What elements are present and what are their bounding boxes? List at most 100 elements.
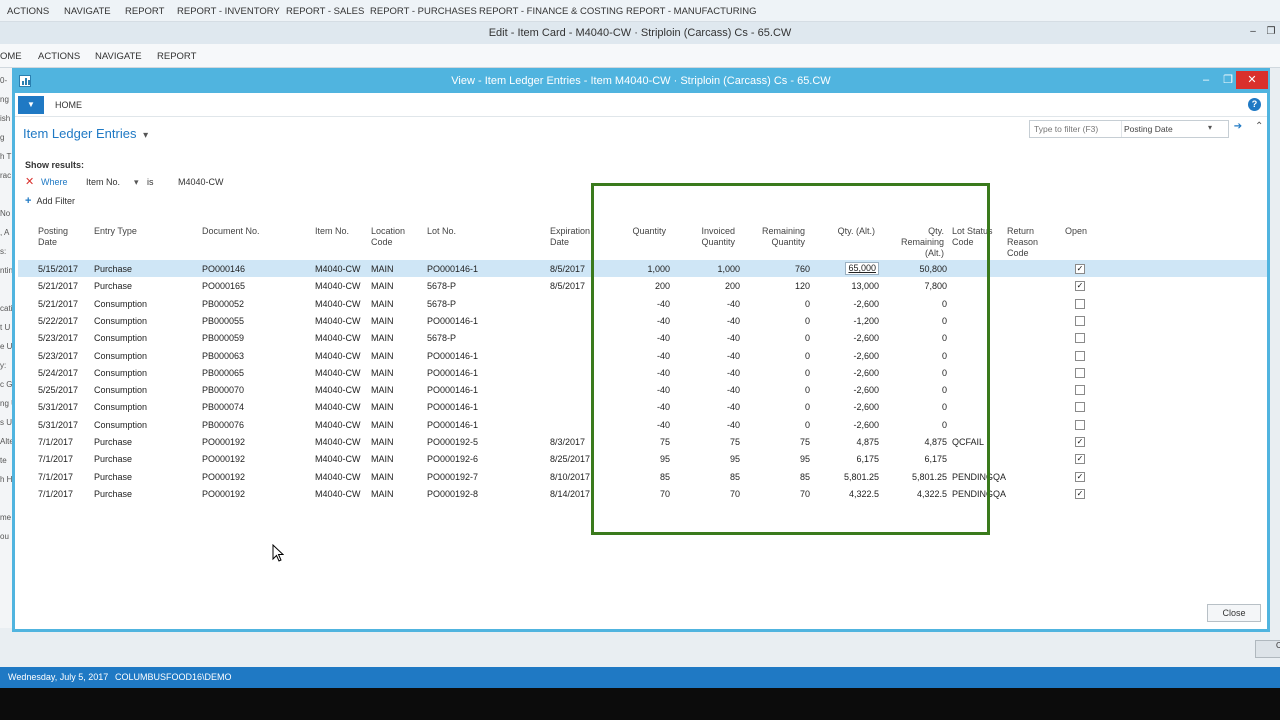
cell-posting-date: 5/22/2017 [38,315,79,326]
open-checkbox[interactable] [1075,298,1085,309]
cell-location-code: MAIN [371,437,394,447]
status-date: Wednesday, July 5, 2017 [8,672,109,682]
cell-location-code: MAIN [371,419,394,430]
open-checkbox[interactable] [1075,385,1085,396]
cell-lot-no: PO000146-1 [427,315,479,326]
cell-posting-date: 5/31/2017 [38,419,79,430]
cell-item-no: M4040-CW [315,333,361,344]
window-title: View - Item Ledger Entries - Item M4040-… [451,75,831,87]
menu-navigate[interactable]: NAVIGATE [64,6,111,17]
cell-item-no: M4040-CW [315,350,361,361]
remove-filter-icon[interactable]: ✕ [25,175,34,188]
ribbon-menu-button[interactable]: ▼ [18,96,44,114]
cell-posting-date: 5/23/2017 [38,350,79,361]
cell-entry-type: Purchase [94,471,133,482]
menu-report[interactable]: REPORT [125,6,164,17]
cell-location-code: MAIN [371,281,394,292]
page-title-text: Item Ledger Entries [23,126,137,141]
background-fragment-text: 0- [0,76,8,85]
search-input[interactable] [1030,121,1122,137]
menu-actions[interactable]: ACTIONS [7,6,49,17]
col-location-code[interactable]: Location Code [371,226,405,248]
cell-lot-no: PO000192-7 [427,471,479,482]
arrow-right-icon[interactable]: ➔ [1231,121,1245,137]
cell-document-no: PB000063 [202,350,245,361]
open-checkbox[interactable]: ✓ [1075,437,1085,447]
open-checkbox[interactable] [1075,419,1085,430]
background-fragment-text: ng [0,95,9,104]
open-checkbox[interactable]: ✓ [1075,471,1085,482]
cell-document-no: PO000192 [202,437,246,447]
background-maximize-button[interactable]: ❐ [1262,26,1280,37]
background-fragment-text: , A [0,228,10,237]
col-return-reason-code[interactable]: Return Reason Code [1007,226,1038,259]
open-checkbox[interactable]: ✓ [1075,281,1085,292]
cell-entry-type: Consumption [94,315,148,326]
open-checkbox[interactable]: ✓ [1075,488,1085,499]
cell-location-code: MAIN [371,367,394,378]
background-tab-navigate[interactable]: NAVIGATE [95,51,142,62]
open-checkbox[interactable] [1075,315,1085,326]
col-expiration-date[interactable]: Expiration Date [550,226,590,248]
cell-item-no: M4040-CW [315,367,361,378]
add-filter-button[interactable]: + Add Filter [25,195,75,207]
close-window-button[interactable]: ✕ [1236,71,1268,89]
page-title[interactable]: Item Ledger Entries ▾ [23,126,148,141]
menu-report-inventory[interactable]: REPORT - INVENTORY [177,6,280,17]
filter-field[interactable]: Item No. [86,177,120,187]
col-posting-date[interactable]: Posting Date [38,226,68,248]
background-fragment-text: ish [0,114,11,123]
filter-value[interactable]: M4040-CW [178,177,224,187]
cell-posting-date: 5/25/2017 [38,385,79,396]
col-open[interactable]: Open [1065,226,1087,237]
col-item-no[interactable]: Item No. [315,226,349,237]
cell-location-code: MAIN [371,333,394,344]
cell-item-no: M4040-CW [315,298,361,309]
add-filter-label: Add Filter [36,196,75,206]
col-entry-type[interactable]: Entry Type [94,226,137,237]
filter-operator: is [147,177,154,187]
background-fragment-text: t U [0,323,11,332]
background-fragment-text: h H [0,475,13,484]
filter-field-select[interactable]: Posting Date [1124,124,1204,134]
cell-lot-no: PO000192-8 [427,488,479,499]
chevron-down-icon[interactable]: ▾ [134,177,139,188]
open-checkbox[interactable] [1075,402,1085,413]
open-checkbox[interactable]: ✓ [1075,264,1085,274]
menu-report-sales[interactable]: REPORT - SALES [286,6,364,17]
background-fragment-text: No [0,209,11,218]
background-tab-home[interactable]: OME [0,51,22,62]
cell-item-no: M4040-CW [315,264,361,274]
menu-report-manufacturing[interactable]: REPORT - MANUFACTURING [626,6,757,17]
cell-document-no: PB000055 [202,315,245,326]
open-checkbox[interactable] [1075,350,1085,361]
background-tab-actions[interactable]: ACTIONS [38,51,80,62]
menu-report-purchases[interactable]: REPORT - PURCHASES [370,6,477,17]
minimize-button[interactable]: – [1195,71,1217,89]
cell-document-no: PB000070 [202,385,245,396]
menu-report-finance[interactable]: REPORT - FINANCE & COSTING [479,6,623,17]
background-fragment-text: s: [0,247,7,256]
background-corner-button[interactable]: C [1255,640,1280,658]
chevron-up-icon[interactable]: ⌃ [1255,121,1263,132]
background-tab-report[interactable]: REPORT [157,51,196,62]
cell-location-code: MAIN [371,315,394,326]
cell-document-no: PB000065 [202,367,245,378]
cell-expiration-date: 8/14/2017 [550,488,591,499]
status-user: COLUMBUSFOOD16\DEMO [115,672,232,682]
cell-entry-type: Consumption [94,333,148,344]
chevron-down-icon[interactable]: ▾ [143,130,148,141]
cell-posting-date: 7/1/2017 [38,437,74,447]
open-checkbox[interactable] [1075,367,1085,378]
close-button[interactable]: Close [1207,604,1261,622]
cell-item-no: M4040-CW [315,454,361,465]
col-document-no[interactable]: Document No. [202,226,260,237]
col-lot-no[interactable]: Lot No. [427,226,456,237]
tab-home[interactable]: HOME [55,100,82,110]
open-checkbox[interactable]: ✓ [1075,454,1085,465]
chevron-down-icon[interactable]: ▾ [1208,123,1212,132]
help-icon[interactable]: ? [1248,98,1261,111]
open-checkbox[interactable] [1075,333,1085,344]
background-minimize-button[interactable]: – [1244,26,1262,37]
cell-lot-no: PO000146-1 [427,419,479,430]
